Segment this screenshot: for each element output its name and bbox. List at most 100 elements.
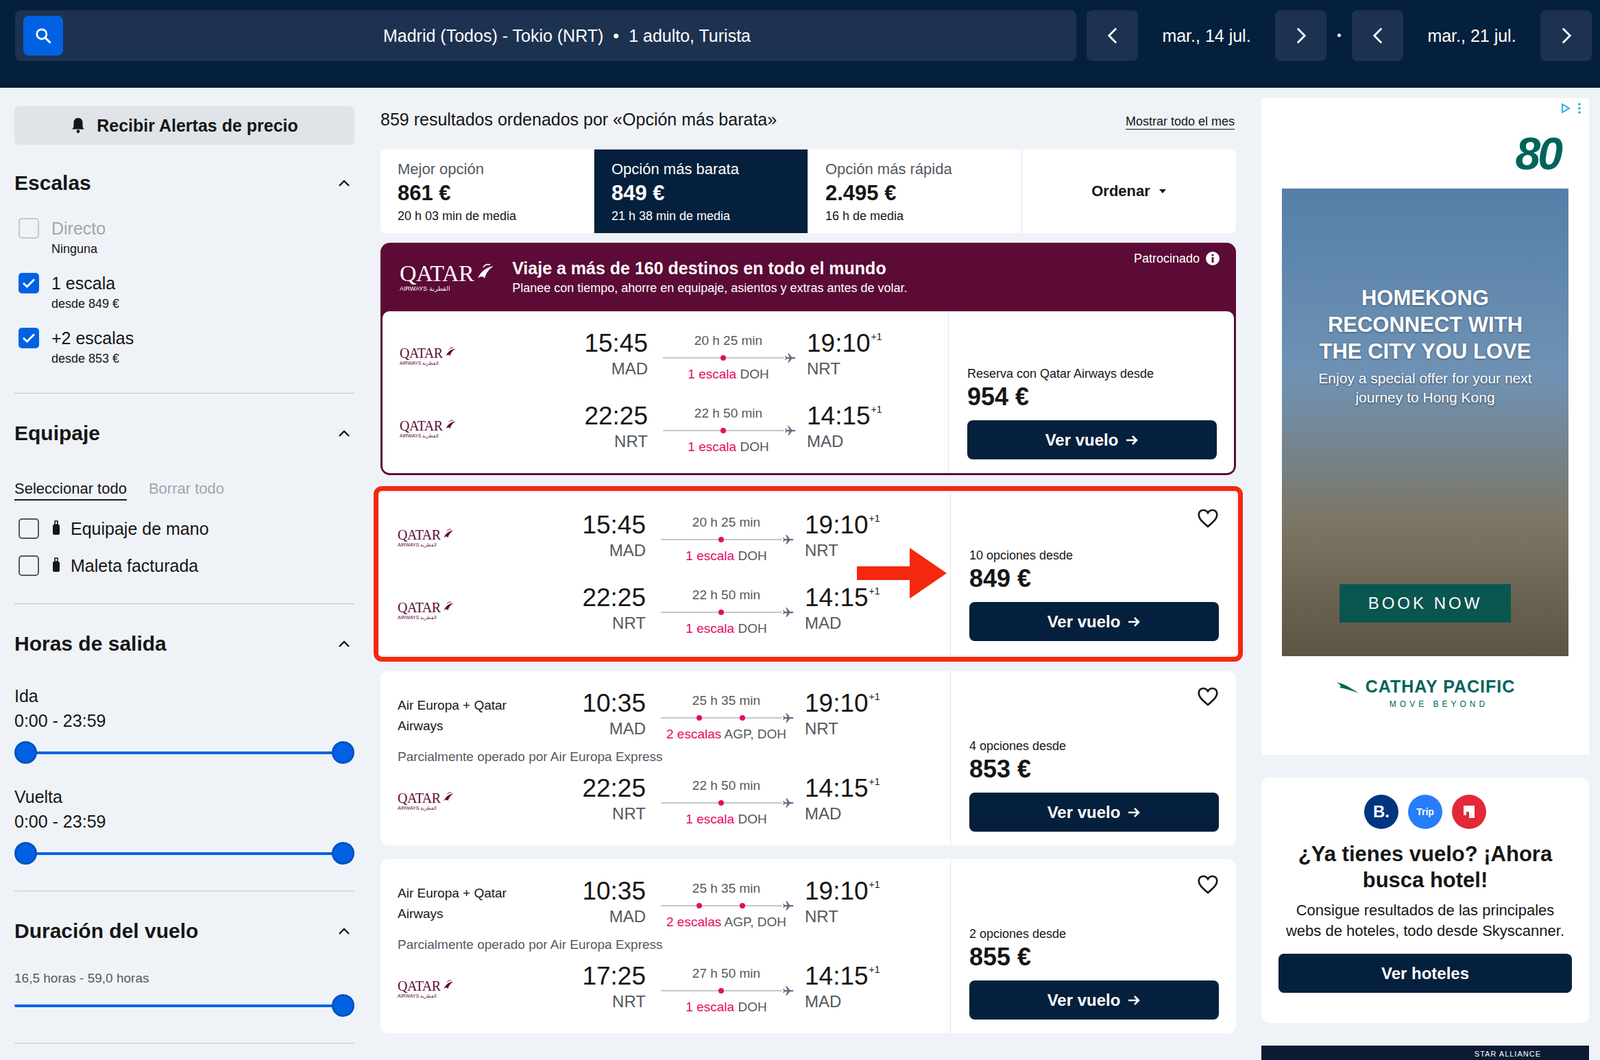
results-summary: 859 resultados ordenados por «Opción más…: [380, 108, 777, 131]
departure-airport: NRT: [568, 802, 646, 825]
search-summary[interactable]: Madrid (Todos) - Tokio (NRT)•1 adulto, T…: [15, 10, 1077, 62]
stops-option[interactable]: 1 escaladesde 849 €: [14, 272, 355, 312]
route-line: [660, 710, 792, 725]
view-flight-button[interactable]: Ver vuelo: [969, 792, 1219, 832]
plane-icon: [782, 984, 795, 997]
operated-by-note: Parcialmente operado por Air Europa Expr…: [380, 747, 951, 766]
show-month-link[interactable]: Mostrar todo el mes: [1125, 114, 1235, 130]
stop-dot: [718, 536, 724, 543]
chevron-up-icon: [337, 926, 351, 936]
sponsored-card[interactable]: QATARAIRWAYS القطرية Viaje a más de 160 d…: [380, 242, 1236, 476]
select-all-link[interactable]: Seleccionar todo: [14, 478, 127, 501]
stops: 2 escalas AGP, DOH: [660, 725, 792, 743]
checkbox[interactable]: [18, 272, 40, 294]
option-label: Equipaje de mano: [70, 516, 210, 541]
checkbox[interactable]: [18, 217, 40, 239]
day-offset: +1: [869, 691, 881, 702]
search-button[interactable]: [23, 15, 64, 56]
baggage-option[interactable]: Equipaje de mano: [14, 516, 355, 541]
info-icon[interactable]: [1205, 250, 1221, 266]
heart-icon[interactable]: [1196, 686, 1219, 707]
filter-heading[interactable]: Equipaje: [14, 420, 355, 446]
view-flight-button[interactable]: Ver vuelo: [969, 980, 1219, 1020]
qatar-logo: QATARAIRWAYS القطرية: [399, 418, 457, 439]
arrival-airport: NRT: [806, 357, 949, 380]
route-line: [660, 983, 792, 998]
ad-headline: HOMEKONGRECONNECT WITHTHE CITY YOU LOVE: [1319, 284, 1532, 365]
range-slider[interactable]: [14, 741, 355, 764]
result-card[interactable]: Air Europa + Qatar Airways10:35MAD25 h 3…: [380, 858, 1236, 1034]
slider-thumb[interactable]: [331, 841, 355, 865]
view-flight-button[interactable]: Ver vuelo: [967, 420, 1217, 460]
slider-thumb[interactable]: [14, 741, 38, 764]
view-hotels-button[interactable]: Ver hoteles: [1278, 953, 1572, 993]
route-line: [660, 605, 792, 620]
arrival-time: 14:15+1: [806, 401, 949, 431]
chevron-left-icon: [1371, 26, 1385, 45]
carrier: QATARAIRWAYS القطرية: [397, 583, 569, 637]
stops-filter: Escalas DirectoNinguna 1 escaladesde 849 €…: [14, 144, 355, 394]
filter-heading[interactable]: Escalas: [14, 170, 355, 196]
clear-all-link[interactable]: Borrar todo: [148, 478, 225, 501]
sort-tab[interactable]: Mejor opción861 €20 h 03 min de media: [380, 149, 595, 234]
price-alert-button[interactable]: Recibir Alertas de precio: [14, 106, 355, 145]
checkbox[interactable]: [18, 327, 40, 349]
arrival-airport: NRT: [804, 539, 951, 562]
stop-dot: [696, 714, 702, 721]
book-now-button[interactable]: BOOK NOW: [1339, 584, 1511, 623]
slider-thumb[interactable]: [331, 994, 355, 1017]
next-date-button[interactable]: [1540, 10, 1592, 62]
flight-leg: QATARAIRWAYS القطرية22:25NRT22 h 50 min1…: [380, 764, 951, 838]
prev-date-button[interactable]: [1351, 10, 1404, 62]
qatar-logo: QATARAIRWAYS القطرية: [399, 346, 457, 367]
depart-date[interactable]: mar., 14 jul.: [1137, 10, 1276, 62]
sort-tab[interactable]: Opción más barata849 €21 h 38 min de med…: [594, 149, 809, 234]
option-price: desde 849 €: [51, 295, 120, 312]
return-date[interactable]: mar., 21 jul.: [1403, 10, 1541, 62]
advertisement[interactable]: 80HOMEKONGRECONNECT WITHTHE CITY YOU LOV…: [1261, 98, 1590, 755]
view-flight-button[interactable]: Ver vuelo: [969, 601, 1219, 641]
arrival-time: 19:10+1: [806, 329, 949, 358]
prev-date-button[interactable]: [1086, 10, 1138, 62]
plane-icon: [782, 711, 795, 724]
adchoices-icon[interactable]: [1560, 102, 1572, 114]
operated-by-note: Parcialmente operado por Air Europa Expr…: [380, 935, 951, 954]
stops-option[interactable]: +2 escalasdesde 853 €: [14, 326, 355, 367]
stops: 1 escala DOH: [660, 547, 792, 565]
qatar-logo: QATARAIRWAYS القطرية: [397, 600, 455, 621]
heart-icon[interactable]: [1196, 507, 1219, 529]
slider-thumb[interactable]: [14, 841, 38, 865]
time-range: Ida0:00 - 23:59: [14, 683, 355, 764]
price-label: Reserva con Qatar Airways desde: [967, 365, 1217, 382]
results-header: 859 resultados ordenados por «Opción más…: [380, 87, 1236, 131]
stops-option[interactable]: DirectoNinguna: [14, 217, 355, 258]
sponsored-title: Viaje a más de 160 destinos en todo el m…: [512, 257, 1118, 280]
departure-airport: MAD: [568, 717, 646, 740]
arrow-right-icon: [1124, 433, 1139, 447]
next-date-button[interactable]: [1275, 10, 1327, 62]
departure-time: 15:45: [568, 510, 646, 540]
heart-icon[interactable]: [1196, 874, 1219, 895]
annotation-arrow-icon: [856, 547, 947, 599]
arrival-time: 14:15+1: [804, 961, 951, 991]
result-card[interactable]: QATARAIRWAYS القطرية15:45MAD20 h 25 min1…: [380, 492, 1236, 655]
range-slider[interactable]: [14, 841, 355, 865]
slider-thumb[interactable]: [331, 741, 355, 764]
stop-dot: [739, 714, 746, 721]
day-offset: +1: [869, 776, 881, 787]
duration: 20 h 25 min: [662, 333, 794, 349]
checkbox[interactable]: [18, 518, 40, 539]
checkbox[interactable]: [18, 555, 40, 576]
baggage-option[interactable]: Maleta facturada: [14, 553, 355, 578]
filter-heading[interactable]: Horas de salida: [14, 631, 355, 657]
option-price: Ninguna: [51, 240, 106, 258]
filter-heading[interactable]: Duración del vuelo: [14, 918, 355, 944]
baggage-filter: Equipaje Seleccionar todo Borrar todo Equip…: [14, 393, 355, 604]
departure-airport: MAD: [571, 357, 648, 380]
result-card[interactable]: Air Europa + Qatar Airways10:35MAD25 h 3…: [380, 671, 1236, 846]
more-icon[interactable]: [1576, 102, 1583, 115]
duration-slider[interactable]: [14, 994, 355, 1017]
departure-airport: NRT: [568, 612, 646, 635]
sort-tab[interactable]: Opción más rápida2.495 €16 h de media: [808, 149, 1023, 234]
sort-dropdown[interactable]: Ordenar: [1022, 149, 1236, 234]
